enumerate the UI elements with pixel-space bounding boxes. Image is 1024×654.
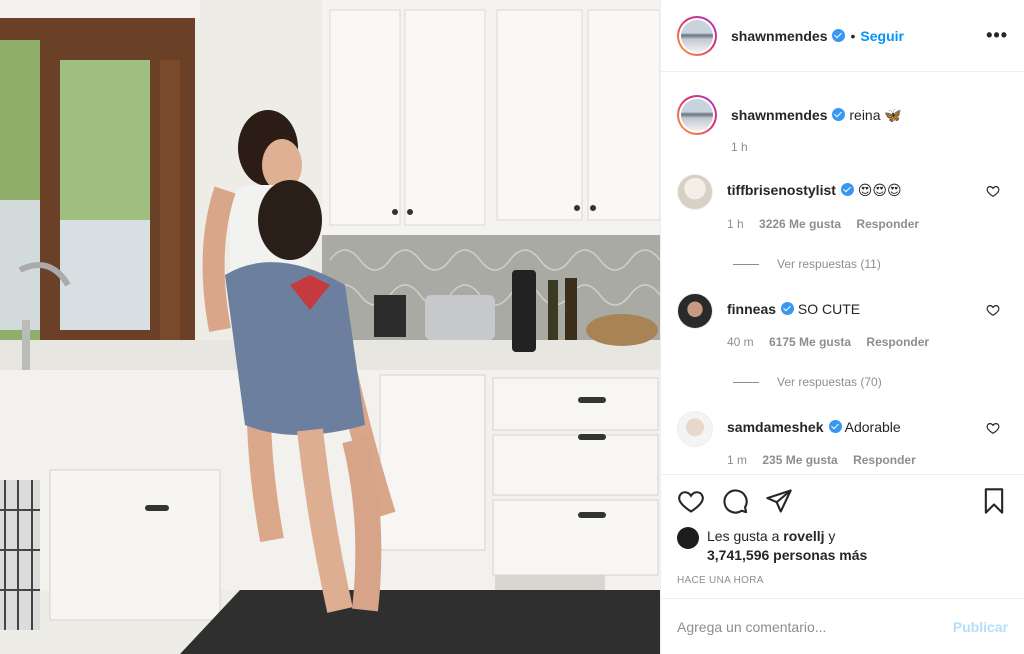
like-comment-icon[interactable] xyxy=(986,421,1000,435)
comment-likes[interactable]: 6175 Me gusta xyxy=(769,335,851,349)
caption-username[interactable]: shawnmendes xyxy=(731,107,827,123)
action-bar xyxy=(677,487,1008,515)
post-actions: Les gusta a rovellj y 3,741,596 personas… xyxy=(661,474,1024,586)
kitchen-photo-illustration xyxy=(0,0,660,654)
comment-item: finneas SO CUTE 40 m 6175 Me gusta Respo… xyxy=(677,293,1008,349)
caption-text: reina xyxy=(849,107,881,123)
follow-button[interactable]: Seguir xyxy=(860,28,904,44)
view-replies-button[interactable]: Ver respuestas (11) xyxy=(733,257,1008,271)
comments-list[interactable]: shawnmendes reina 🦋 1 h tiffbrisenostyli… xyxy=(661,73,1024,473)
comment-time[interactable]: 40 m xyxy=(727,335,754,349)
like-comment-icon[interactable] xyxy=(986,184,1000,198)
caption-avatar[interactable] xyxy=(677,95,717,135)
post-header: shawnmendes • Seguir ••• xyxy=(661,0,1024,72)
comment-time[interactable]: 1 h xyxy=(727,217,744,231)
comment-icon[interactable] xyxy=(721,487,749,515)
post-sidebar: shawnmendes • Seguir ••• shawnmendes rei… xyxy=(660,0,1024,654)
comment-input[interactable] xyxy=(677,618,953,635)
comment-text: Adorable xyxy=(844,419,901,435)
caption: shawnmendes reina 🦋 1 h xyxy=(677,73,1008,154)
commenter-avatar[interactable] xyxy=(677,293,713,329)
comment-text: 😍😍😍 xyxy=(857,182,902,198)
comment-text: SO CUTE xyxy=(797,301,861,317)
bookmark-icon[interactable] xyxy=(980,487,1008,515)
post-username[interactable]: shawnmendes xyxy=(731,28,827,44)
avatar-image xyxy=(681,19,713,52)
reply-button[interactable]: Responder xyxy=(866,335,929,349)
avatar[interactable] xyxy=(677,15,717,56)
post-photo[interactable] xyxy=(0,0,660,654)
post-timestamp[interactable]: HACE UNA HORA xyxy=(677,575,1008,586)
verified-icon xyxy=(832,108,846,121)
reply-button[interactable]: Responder xyxy=(853,453,916,467)
add-comment-bar: Publicar xyxy=(661,598,1024,654)
caption-time[interactable]: 1 h xyxy=(731,140,902,154)
more-options-icon[interactable]: ••• xyxy=(986,25,1008,46)
comment-username[interactable]: samdameshek xyxy=(727,419,824,435)
reply-button[interactable]: Responder xyxy=(856,217,919,231)
avatar-image xyxy=(681,99,713,131)
verified-icon xyxy=(832,29,846,42)
comment-username[interactable]: tiffbrisenostylist xyxy=(727,182,836,198)
publish-button[interactable]: Publicar xyxy=(953,619,1008,635)
replies-divider xyxy=(733,263,759,265)
replies-divider xyxy=(733,381,759,383)
view-replies-button[interactable]: Ver respuestas (70) xyxy=(733,375,1008,389)
butterfly-emoji: 🦋 xyxy=(884,107,902,123)
heart-icon[interactable] xyxy=(677,487,705,515)
likes-count[interactable]: 3,741,596 personas más xyxy=(707,547,867,563)
verified-icon xyxy=(781,302,795,315)
verified-icon xyxy=(840,183,854,196)
likes-summary: Les gusta a rovellj y 3,741,596 personas… xyxy=(677,527,1008,565)
liker-username[interactable]: rovellj xyxy=(783,528,824,544)
separator-dot: • xyxy=(850,27,856,44)
commenter-avatar[interactable] xyxy=(677,411,713,447)
share-icon[interactable] xyxy=(765,487,793,515)
comment-likes[interactable]: 3226 Me gusta xyxy=(759,217,841,231)
comment-username[interactable]: finneas xyxy=(727,301,776,317)
commenter-avatar[interactable] xyxy=(677,174,713,210)
verified-icon xyxy=(828,420,842,433)
like-comment-icon[interactable] xyxy=(986,303,1000,317)
comment-item: tiffbrisenostylist 😍😍😍 1 h 3226 Me gusta… xyxy=(677,174,1008,231)
comment-time[interactable]: 1 m xyxy=(727,453,747,467)
liker-avatar[interactable] xyxy=(677,527,699,549)
comment-likes[interactable]: 235 Me gusta xyxy=(762,453,837,467)
comment-item: samdameshek Adorable 1 m 235 Me gusta Re… xyxy=(677,411,1008,467)
